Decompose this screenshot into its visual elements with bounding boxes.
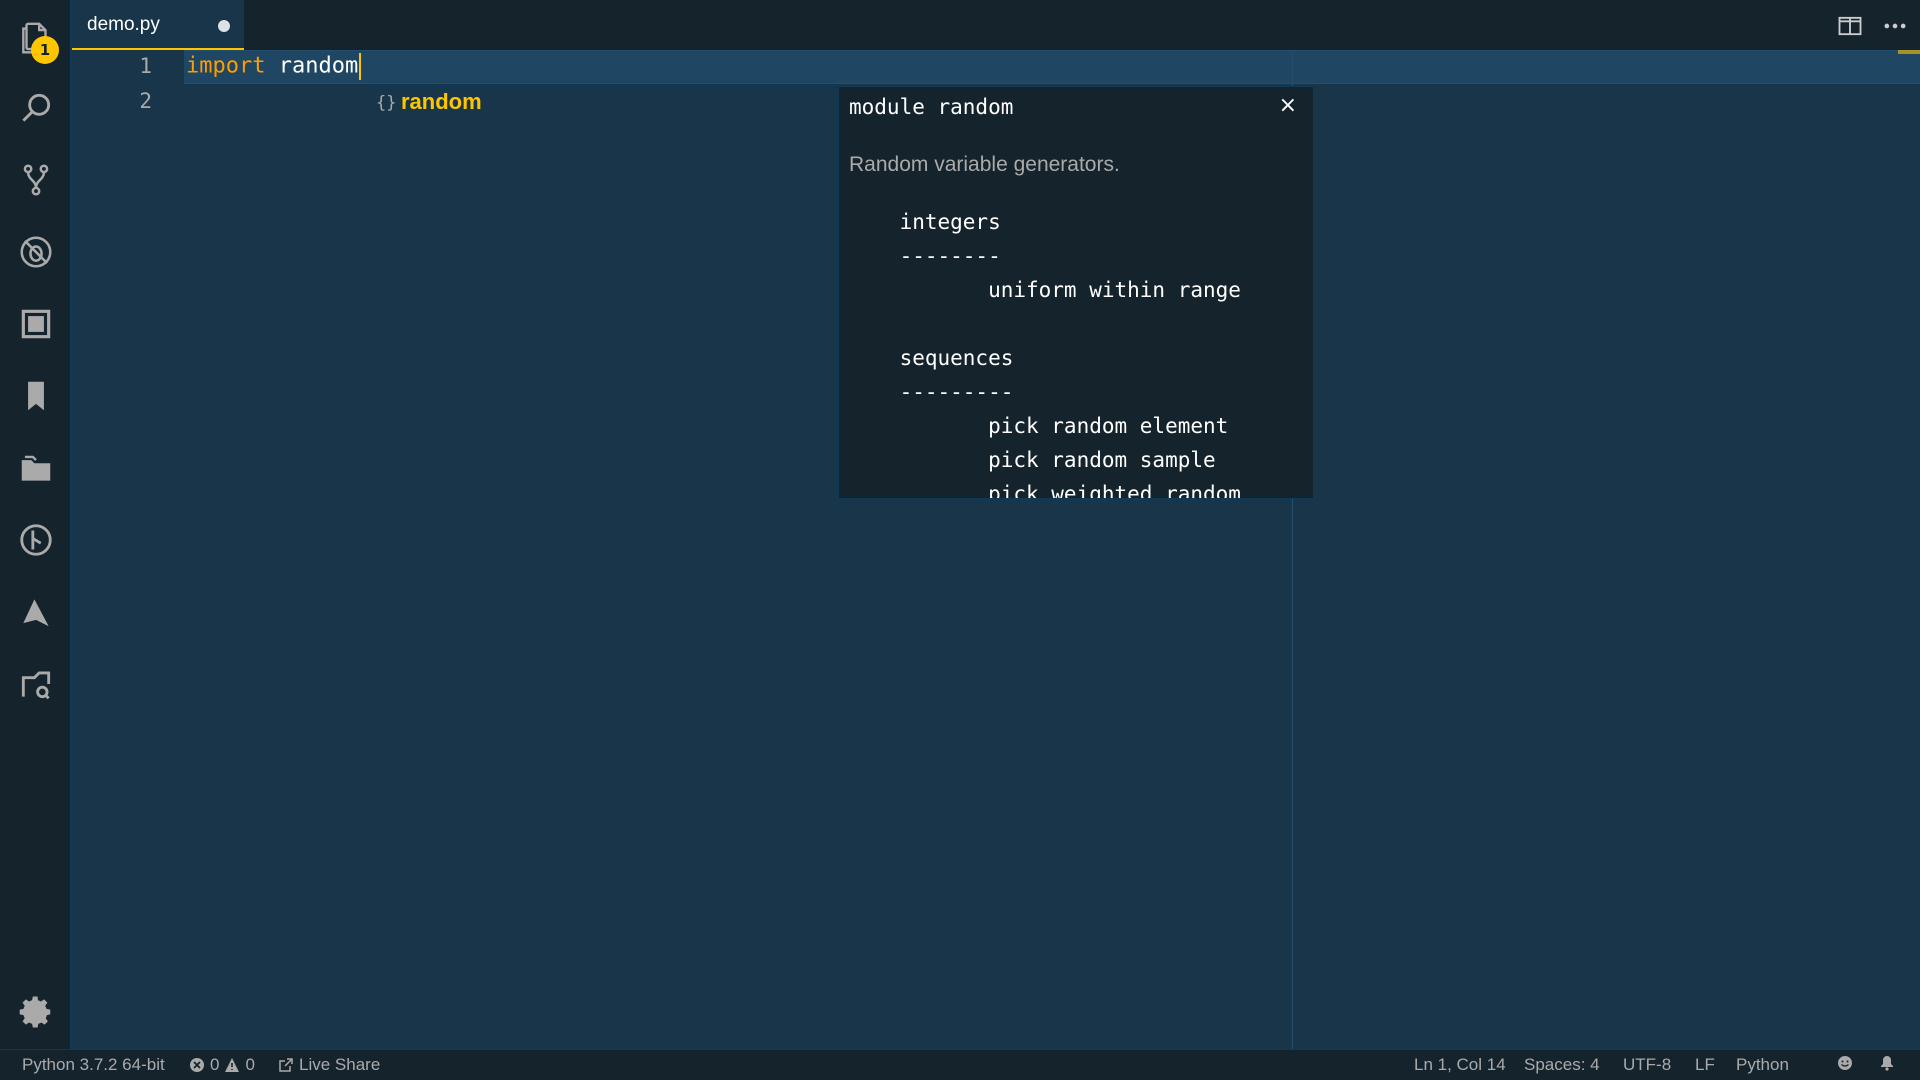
project-manager-icon[interactable] [10,442,62,494]
suggest-item-label: random [401,89,482,114]
debug-icon[interactable] [10,226,62,278]
interpreter-label: Python 3.7.2 64-bit [22,1055,165,1074]
live-share-label: Live Share [299,1055,381,1074]
current-line-highlight [184,50,1920,84]
error-count: 0 [210,1055,220,1074]
warning-icon [225,1058,240,1072]
indentation-selector[interactable]: Spaces: 4 [1524,1055,1600,1075]
tab-label: demo.py [87,14,160,35]
warning-count: 0 [245,1055,255,1074]
eol-selector[interactable]: LF [1695,1055,1715,1075]
code-line[interactable]: import random [186,53,362,80]
encoding-label: UTF-8 [1623,1055,1672,1074]
notifications-bell-icon[interactable] [1879,1055,1895,1071]
text-cursor [359,53,362,80]
explorer-badge: 1 [31,36,59,64]
close-icon[interactable]: × [1279,93,1297,118]
azure-icon[interactable] [10,586,62,638]
live-share-icon [279,1058,293,1072]
live-share-button[interactable]: Live Share [278,1055,380,1075]
eol-label: LF [1695,1055,1715,1074]
feedback-smiley-icon[interactable] [1837,1055,1853,1071]
source-control-icon[interactable] [10,154,62,206]
language-label: Python [1736,1055,1789,1074]
split-editor-icon[interactable] [1836,12,1864,40]
line-number: 1 [139,54,152,78]
unsaved-dot-icon[interactable] [218,20,230,32]
tab-bar: demo.py [72,0,1920,50]
docs-body: integers -------- uniform within range s… [899,210,1241,499]
extensions-icon[interactable] [10,298,62,350]
keyword-token: import [186,53,266,79]
module-braces-icon: {} [376,93,397,113]
docs-summary: Random variable generators. [849,153,1120,176]
suggest-widget: {} random [367,86,839,120]
encoding-selector[interactable]: UTF-8 [1623,1055,1671,1075]
search-icon[interactable] [10,82,62,134]
cursor-position-label: Ln 1, Col 14 [1414,1055,1506,1074]
python-interpreter[interactable]: Python 3.7.2 64-bit [22,1055,165,1075]
docs-signature: module random [849,95,1014,119]
line-number: 2 [139,89,152,113]
identifier-token: random [278,53,359,79]
problems-indicator[interactable]: 0 0 [189,1055,255,1075]
settings-gear-icon[interactable] [10,986,62,1038]
error-icon [190,1058,204,1072]
indentation-label: Spaces: 4 [1524,1055,1600,1074]
gitlens-icon[interactable] [10,514,62,566]
more-actions-icon[interactable] [1880,12,1910,40]
tab-demo-py[interactable]: demo.py [72,0,244,50]
bookmarks-icon[interactable] [10,370,62,422]
remote-explorer-icon[interactable] [10,658,62,710]
suggest-item[interactable]: {} random [368,87,838,119]
scrollbar-cursor-mark [1898,50,1920,54]
language-mode-selector[interactable]: Python [1736,1055,1789,1075]
status-bar: Python 3.7.2 64-bit 0 0 Live Share Ln 1,… [0,1049,1920,1080]
cursor-position[interactable]: Ln 1, Col 14 [1414,1055,1506,1075]
suggest-details-panel: × module random Random variable generato… [838,86,1314,499]
activity-bar: 1 [0,0,71,1049]
